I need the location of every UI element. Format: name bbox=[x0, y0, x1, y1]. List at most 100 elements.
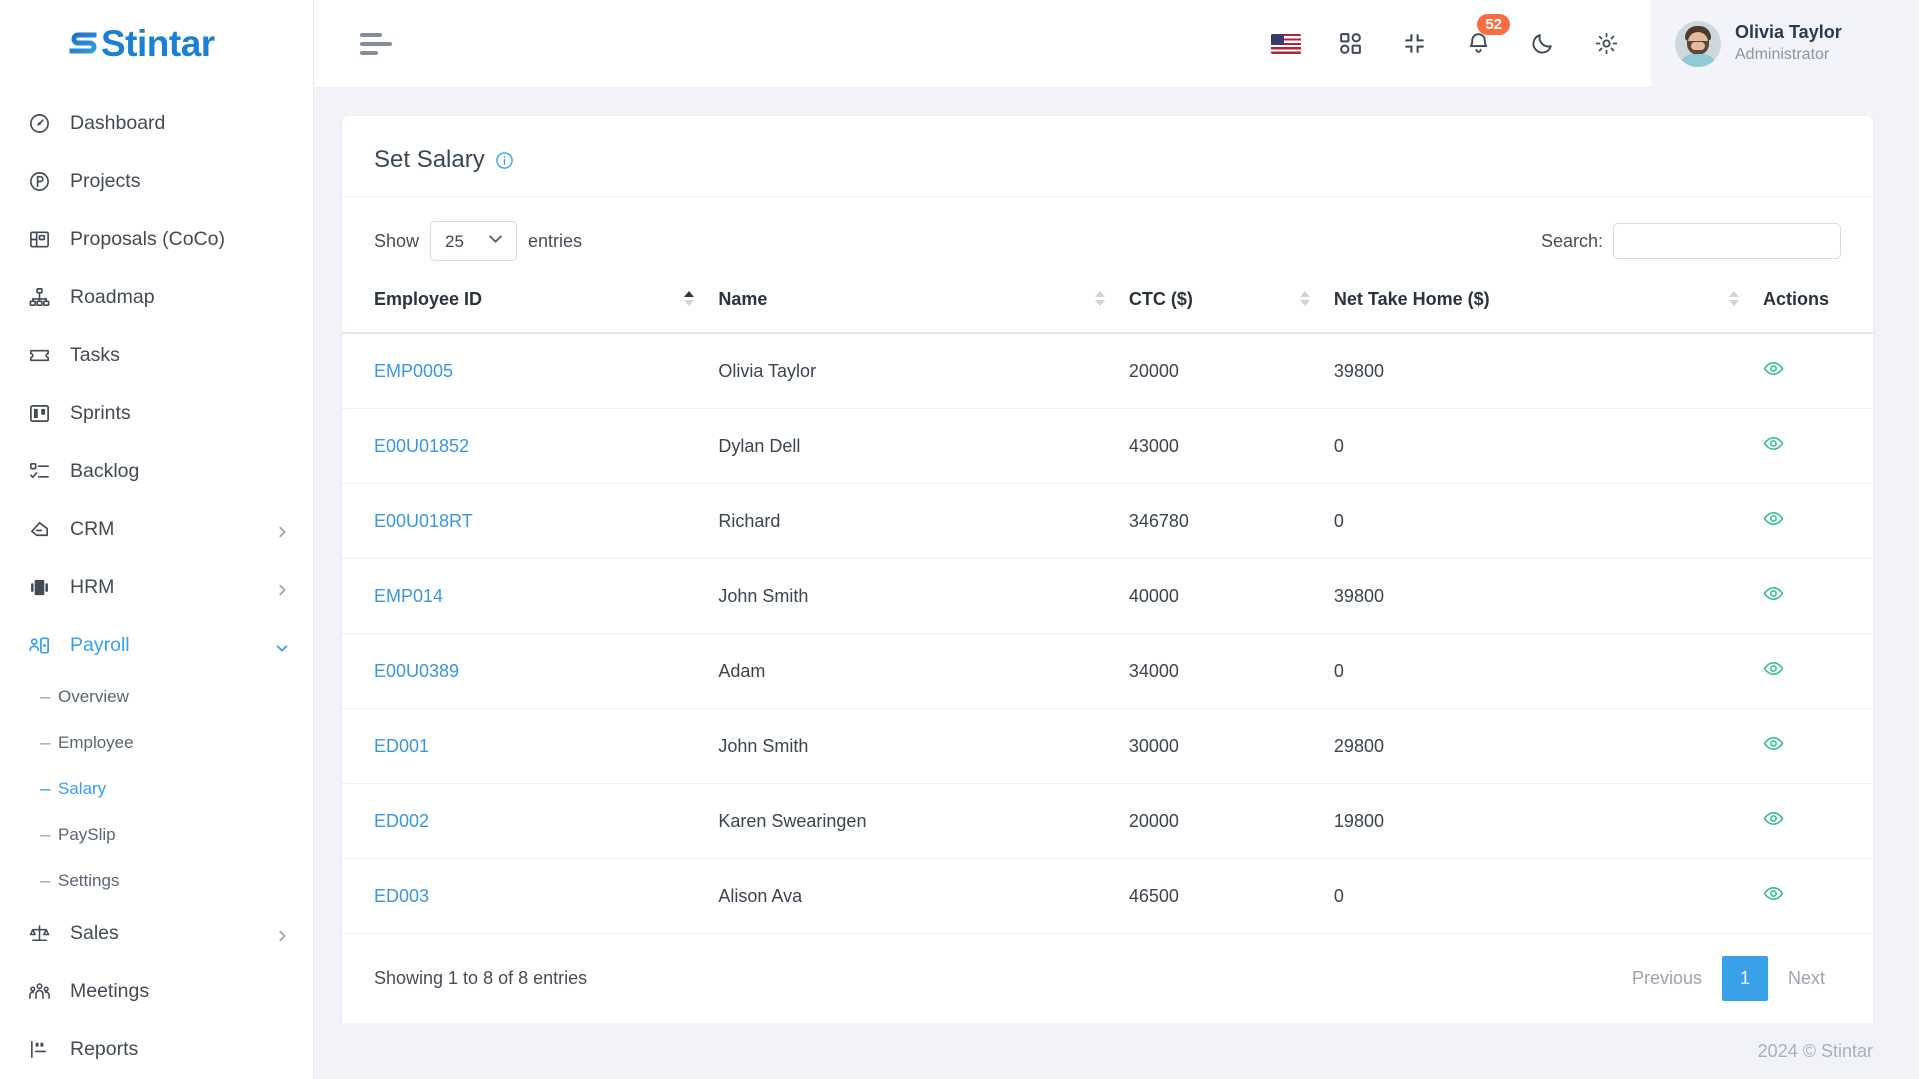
column-employee-id[interactable]: Employee ID bbox=[342, 275, 709, 334]
sidebar-subitem-salary[interactable]: – Salary bbox=[0, 766, 313, 812]
employee-ctc: 46500 bbox=[1118, 858, 1324, 934]
column-net-take-home[interactable]: Net Take Home ($) bbox=[1323, 275, 1753, 334]
column-name[interactable]: Name bbox=[708, 275, 1119, 334]
sort-arrow-up bbox=[1094, 291, 1105, 297]
employee-id-link[interactable]: EMP0005 bbox=[374, 361, 453, 381]
employee-net-take-home: 0 bbox=[1323, 483, 1753, 559]
sidebar-item-label: Meetings bbox=[70, 979, 150, 1002]
hierarchy-icon bbox=[26, 284, 52, 310]
page-number-1[interactable]: 1 bbox=[1721, 956, 1768, 1001]
topbar-icons: 52 bbox=[1271, 13, 1651, 59]
employee-net-take-home: 0 bbox=[1323, 408, 1753, 484]
employee-id-link[interactable]: ED003 bbox=[374, 886, 429, 906]
view-icon[interactable] bbox=[1763, 883, 1784, 904]
employee-id-link[interactable]: E00U0389 bbox=[374, 661, 459, 681]
next-page-button[interactable]: Next bbox=[1772, 958, 1841, 999]
sidebar-subitem-settings[interactable]: – Settings bbox=[0, 858, 313, 904]
sidebar-item-meetings[interactable]: Meetings bbox=[0, 962, 313, 1020]
sidebar-item-crm[interactable]: CRM bbox=[0, 500, 313, 558]
gear-icon[interactable] bbox=[1591, 29, 1621, 59]
table-header-row: Employee ID Name CTC ($) Net Take Home (… bbox=[342, 275, 1873, 334]
view-icon[interactable] bbox=[1763, 733, 1784, 754]
column-label: Net Take Home ($) bbox=[1333, 289, 1490, 309]
sidebar-item-backlog[interactable]: Backlog bbox=[0, 442, 313, 500]
sidebar-item-label: Projects bbox=[70, 169, 141, 192]
sidebar-subitem-overview[interactable]: – Overview bbox=[0, 674, 313, 720]
page-length-control: Show 10 25 50 100 ent bbox=[374, 221, 582, 261]
previous-page-button[interactable]: Previous bbox=[1616, 958, 1718, 999]
sidebar-item-label: Backlog bbox=[70, 459, 140, 482]
sidebar-subitem-employee[interactable]: – Employee bbox=[0, 720, 313, 766]
menu-toggle-button[interactable] bbox=[360, 32, 394, 55]
view-icon[interactable] bbox=[1763, 433, 1784, 454]
chevron-right-icon bbox=[275, 522, 289, 538]
info-icon[interactable] bbox=[495, 151, 514, 170]
search-input[interactable] bbox=[1613, 223, 1841, 259]
apps-grid-icon[interactable] bbox=[1335, 29, 1365, 59]
notification-badge: 52 bbox=[1477, 13, 1510, 35]
sort-indicator bbox=[1299, 291, 1310, 306]
employee-ctc: 43000 bbox=[1118, 408, 1324, 484]
column-ctc[interactable]: CTC ($) bbox=[1118, 275, 1324, 334]
sidebar-item-sales[interactable]: Sales bbox=[0, 904, 313, 962]
language-flag-icon[interactable] bbox=[1271, 29, 1301, 59]
view-icon[interactable] bbox=[1763, 808, 1784, 829]
employee-id-link[interactable]: ED001 bbox=[374, 736, 429, 756]
entries-label: entries bbox=[528, 230, 583, 251]
employee-ctc: 40000 bbox=[1118, 558, 1324, 634]
dark-mode-icon[interactable] bbox=[1527, 29, 1557, 59]
sidebar-item-roadmap[interactable]: Roadmap bbox=[0, 268, 313, 326]
ticket-icon bbox=[26, 342, 52, 368]
sidebar: Stintar Dashboard Projects Proposals (Co… bbox=[0, 0, 314, 1079]
sidebar-subitem-payslip[interactable]: – PaySlip bbox=[0, 812, 313, 858]
view-icon[interactable] bbox=[1763, 358, 1784, 379]
employee-id-link[interactable]: E00U01852 bbox=[374, 436, 469, 456]
view-icon[interactable] bbox=[1763, 658, 1784, 679]
app-root: Stintar Dashboard Projects Proposals (Co… bbox=[0, 0, 1919, 1079]
sidebar-item-label: HRM bbox=[70, 575, 115, 598]
board-icon bbox=[26, 400, 52, 426]
sidebar-item-sprints[interactable]: Sprints bbox=[0, 384, 313, 442]
notifications-bell-icon[interactable]: 52 bbox=[1463, 13, 1510, 59]
salary-table: Employee ID Name CTC ($) Net Take Home (… bbox=[342, 275, 1873, 934]
sidebar-item-tasks[interactable]: Tasks bbox=[0, 326, 313, 384]
dash-icon: – bbox=[40, 686, 51, 708]
sidebar-subitem-label: Overview bbox=[58, 687, 129, 706]
sort-arrow-down bbox=[1299, 300, 1310, 306]
employee-id-link[interactable]: E00U018RT bbox=[374, 511, 473, 531]
fullscreen-exit-icon[interactable] bbox=[1399, 29, 1429, 59]
sidebar-item-projects[interactable]: Projects bbox=[0, 152, 313, 210]
sidebar-item-hrm[interactable]: HRM bbox=[0, 558, 313, 616]
brand-logo[interactable]: Stintar bbox=[0, 0, 313, 88]
sidebar-item-proposals[interactable]: Proposals (CoCo) bbox=[0, 210, 313, 268]
profile-name: Olivia Taylor bbox=[1735, 22, 1842, 43]
profile-role: Administrator bbox=[1735, 45, 1830, 63]
view-icon[interactable] bbox=[1763, 583, 1784, 604]
menu-line bbox=[360, 41, 392, 46]
sidebar-subitem-label: Salary bbox=[58, 779, 107, 798]
profile-text: Olivia Taylor Administrator bbox=[1735, 21, 1842, 65]
sidebar-item-dashboard[interactable]: Dashboard bbox=[0, 94, 313, 152]
employee-ctc: 34000 bbox=[1118, 633, 1324, 709]
set-salary-card: Set Salary Show 1 0 bbox=[342, 116, 1873, 1023]
employee-id-link[interactable]: ED002 bbox=[374, 811, 429, 831]
page-length-select[interactable]: 10 25 50 100 bbox=[430, 221, 518, 261]
sidebar-item-payroll[interactable]: Payroll bbox=[0, 616, 313, 674]
user-profile-menu[interactable]: Olivia Taylor Administrator bbox=[1651, 0, 1919, 88]
id-card-icon bbox=[26, 574, 52, 600]
table-row: ED002 Karen Swearingen 20000 19800 bbox=[342, 783, 1873, 859]
stintar-s-icon bbox=[69, 32, 97, 54]
employee-name: Adam bbox=[708, 633, 1119, 709]
search-label: Search: bbox=[1540, 230, 1603, 251]
pagination: Previous 1 Next bbox=[1616, 956, 1841, 1001]
menu-line bbox=[360, 32, 382, 37]
employee-id-link[interactable]: EMP014 bbox=[374, 586, 443, 606]
employee-ctc: 30000 bbox=[1118, 708, 1324, 784]
sort-arrow-up bbox=[1729, 291, 1739, 297]
sort-arrow-up bbox=[684, 291, 695, 297]
sidebar-subitem-label: Employee bbox=[58, 733, 134, 752]
avatar-chin bbox=[1691, 41, 1705, 50]
view-icon[interactable] bbox=[1763, 508, 1784, 529]
employee-ctc: 346780 bbox=[1118, 483, 1324, 559]
sidebar-item-reports[interactable]: Reports bbox=[0, 1020, 313, 1078]
